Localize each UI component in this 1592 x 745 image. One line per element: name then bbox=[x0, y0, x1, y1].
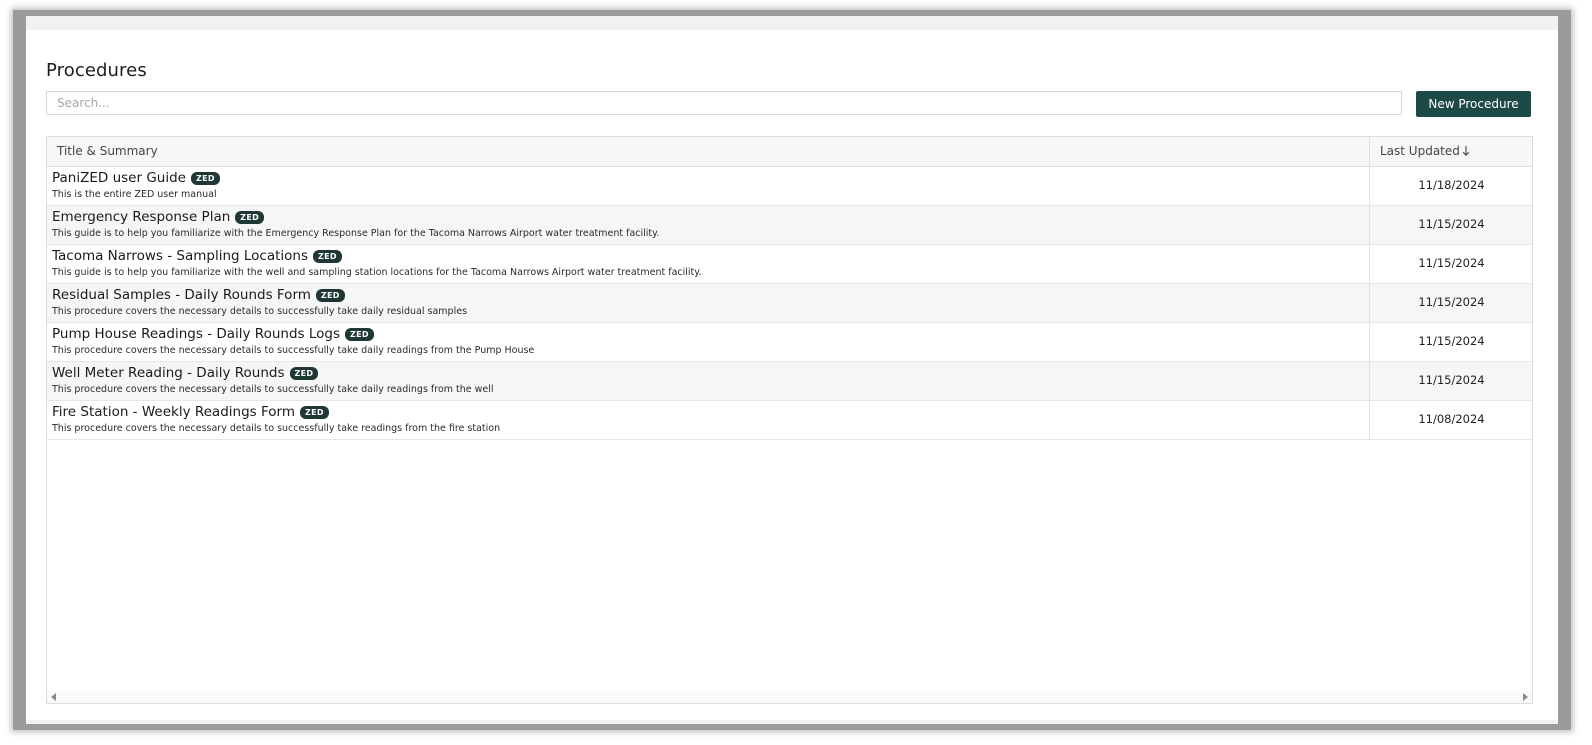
last-updated-date: 11/15/2024 bbox=[1418, 256, 1485, 270]
column-header-last-updated-label: Last Updated bbox=[1380, 144, 1460, 158]
last-updated-cell: 11/15/2024 bbox=[1369, 284, 1533, 322]
bottom-strip bbox=[26, 720, 1558, 724]
table-row[interactable]: Fire Station - Weekly Readings Form ZED Th… bbox=[47, 401, 1532, 440]
scroll-left-arrow-icon[interactable] bbox=[51, 693, 56, 701]
last-updated-date: 11/15/2024 bbox=[1418, 373, 1485, 387]
table-row[interactable]: Well Meter Reading - Daily Rounds ZED This… bbox=[47, 362, 1532, 401]
procedure-title[interactable]: Tacoma Narrows - Sampling Locations ZED bbox=[52, 248, 342, 264]
procedure-summary: This procedure covers the necessary deta… bbox=[52, 384, 494, 395]
procedure-title-text: Pump House Readings - Daily Rounds Logs bbox=[52, 326, 340, 342]
zed-badge: ZED bbox=[313, 249, 342, 263]
zed-badge: ZED bbox=[190, 171, 220, 185]
last-updated-cell: 11/15/2024 bbox=[1369, 362, 1533, 400]
last-updated-date: 11/08/2024 bbox=[1418, 412, 1485, 426]
procedures-table: Title & Summary Last Updated PaniZED use… bbox=[46, 136, 1533, 704]
last-updated-date: 11/15/2024 bbox=[1418, 334, 1485, 348]
procedure-title[interactable]: Residual Samples - Daily Rounds Form ZED bbox=[52, 287, 345, 303]
last-updated-cell: 11/15/2024 bbox=[1369, 323, 1533, 361]
last-updated-cell: 11/15/2024 bbox=[1369, 206, 1533, 244]
arrow-down-icon bbox=[1462, 146, 1470, 157]
page-title: Procedures bbox=[46, 60, 147, 81]
table-row[interactable]: Tacoma Narrows - Sampling Locations ZED Th… bbox=[47, 245, 1532, 284]
procedure-title[interactable]: PaniZED user Guide ZED bbox=[52, 170, 220, 186]
last-updated-cell: 11/15/2024 bbox=[1369, 245, 1533, 283]
procedure-title[interactable]: Fire Station - Weekly Readings Form ZED bbox=[52, 404, 329, 420]
horizontal-scrollbar[interactable] bbox=[47, 691, 1532, 703]
column-header-title[interactable]: Title & Summary bbox=[57, 137, 158, 166]
procedure-title[interactable]: Pump House Readings - Daily Rounds Logs Z… bbox=[52, 326, 374, 342]
window-frame: Procedures New Procedure Title & Summary… bbox=[13, 10, 1571, 730]
procedures-panel: Procedures New Procedure Title & Summary… bbox=[26, 16, 1558, 724]
table-body: PaniZED user Guide ZED This is the entire … bbox=[47, 167, 1532, 440]
search-input[interactable] bbox=[46, 91, 1402, 115]
procedure-title-text: Residual Samples - Daily Rounds Form bbox=[52, 287, 311, 303]
procedure-summary: This procedure covers the necessary deta… bbox=[52, 345, 535, 356]
zed-badge: ZED bbox=[315, 288, 345, 302]
procedure-summary: This is the entire ZED user manual bbox=[52, 189, 217, 200]
procedure-summary: This guide is to help you familiarize wi… bbox=[52, 267, 702, 278]
procedure-title-text: Tacoma Narrows - Sampling Locations bbox=[52, 248, 309, 264]
top-strip bbox=[26, 16, 1558, 30]
procedure-title-text: PaniZED user Guide bbox=[52, 170, 186, 186]
table-row[interactable]: Residual Samples - Daily Rounds Form ZED T… bbox=[47, 284, 1532, 323]
procedure-summary: This procedure covers the necessary deta… bbox=[52, 423, 501, 434]
last-updated-cell: 11/08/2024 bbox=[1369, 401, 1533, 439]
table-row[interactable]: Emergency Response Plan ZED This guide is … bbox=[47, 206, 1532, 245]
procedure-title-text: Fire Station - Weekly Readings Form bbox=[52, 404, 295, 420]
procedure-summary: This procedure covers the necessary deta… bbox=[52, 306, 468, 317]
zed-badge: ZED bbox=[345, 327, 374, 341]
procedure-title[interactable]: Emergency Response Plan ZED bbox=[52, 209, 265, 225]
last-updated-date: 11/18/2024 bbox=[1418, 178, 1485, 192]
last-updated-date: 11/15/2024 bbox=[1418, 217, 1485, 231]
column-header-last-updated[interactable]: Last Updated bbox=[1369, 137, 1533, 166]
zed-badge: ZED bbox=[235, 210, 265, 224]
procedure-summary: This guide is to help you familiarize wi… bbox=[52, 228, 660, 239]
procedure-title-text: Well Meter Reading - Daily Rounds bbox=[52, 365, 285, 381]
procedure-title-text: Emergency Response Plan bbox=[52, 209, 231, 225]
last-updated-date: 11/15/2024 bbox=[1418, 295, 1485, 309]
last-updated-cell: 11/18/2024 bbox=[1369, 167, 1533, 205]
table-header: Title & Summary Last Updated bbox=[47, 137, 1532, 167]
table-row[interactable]: Pump House Readings - Daily Rounds Logs Z… bbox=[47, 323, 1532, 362]
new-procedure-button[interactable]: New Procedure bbox=[1416, 91, 1531, 117]
procedure-title[interactable]: Well Meter Reading - Daily Rounds ZED bbox=[52, 365, 319, 381]
zed-badge: ZED bbox=[299, 405, 329, 419]
table-row[interactable]: PaniZED user Guide ZED This is the entire … bbox=[47, 167, 1532, 206]
zed-badge: ZED bbox=[289, 366, 319, 380]
scroll-right-arrow-icon[interactable] bbox=[1523, 693, 1528, 701]
